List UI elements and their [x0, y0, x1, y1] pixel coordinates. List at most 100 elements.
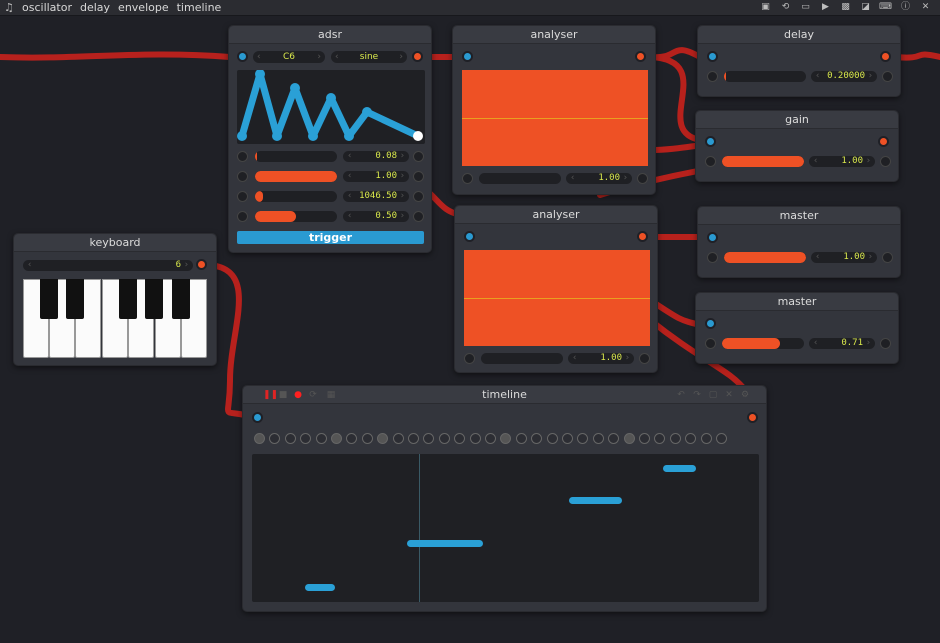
timeline-output-port[interactable]: [747, 412, 758, 423]
adsr-row1-out[interactable]: [413, 151, 424, 162]
step-dot[interactable]: [500, 433, 512, 444]
keyboard-output-port[interactable]: [196, 259, 207, 270]
step-dot[interactable]: [269, 433, 281, 444]
step-dot[interactable]: [438, 433, 450, 444]
analyser-1-output-port[interactable]: [635, 51, 646, 62]
step-dot[interactable]: [592, 433, 604, 444]
black-key[interactable]: [145, 279, 163, 319]
folder-icon[interactable]: ▭: [797, 1, 814, 14]
release-slider[interactable]: [255, 211, 337, 222]
step-dot[interactable]: [361, 433, 373, 444]
settings-icon[interactable]: ⚙: [740, 390, 750, 400]
master-2-slider[interactable]: [722, 338, 804, 349]
delay-slider[interactable]: [724, 71, 806, 82]
analyser-1-input-port[interactable]: [462, 51, 473, 62]
piano-keys[interactable]: [23, 279, 209, 358]
attack-slider[interactable]: [255, 151, 337, 162]
master-1-slider[interactable]: [724, 252, 806, 263]
keyboard-node[interactable]: keyboard 6: [13, 233, 217, 366]
terminal-icon[interactable]: ▶: [817, 1, 834, 14]
image-icon[interactable]: ▩: [837, 1, 854, 14]
note-block[interactable]: [569, 497, 622, 504]
step-dot[interactable]: [623, 433, 635, 444]
note-block[interactable]: [663, 465, 696, 472]
adsr-input-port[interactable]: [237, 51, 248, 62]
info-icon[interactable]: ⓘ: [897, 1, 914, 14]
analyser-1-value[interactable]: 1.00: [566, 173, 632, 184]
step-dot[interactable]: [408, 433, 419, 444]
step-dot[interactable]: [562, 433, 573, 444]
master-1-input-port[interactable]: [707, 232, 718, 243]
timeline-input-port[interactable]: [252, 412, 263, 423]
pause-icon[interactable]: ❚❚: [263, 390, 278, 400]
adsr-row1-port[interactable]: [237, 151, 248, 162]
analyser-2-slider[interactable]: [481, 353, 563, 364]
master-node-2[interactable]: master 0.71: [695, 292, 899, 364]
step-dot[interactable]: [392, 433, 404, 444]
step-dot[interactable]: [331, 433, 342, 444]
delay-port-right[interactable]: [882, 71, 893, 82]
master-1-port-right[interactable]: [882, 252, 893, 263]
master-1-value[interactable]: 1.00: [811, 252, 877, 263]
step-dot[interactable]: [454, 433, 466, 444]
step-dot[interactable]: [716, 433, 727, 444]
delay-input-port[interactable]: [707, 51, 718, 62]
step-dot[interactable]: [531, 433, 543, 444]
analyser-2-input-port[interactable]: [464, 231, 475, 242]
analyser-2-value[interactable]: 1.00: [568, 353, 634, 364]
loop-icon[interactable]: ⟳: [308, 390, 318, 400]
step-dot[interactable]: [654, 433, 666, 444]
analyser-1-slider[interactable]: [479, 173, 561, 184]
record-icon[interactable]: ●: [293, 390, 303, 400]
piano-roll[interactable]: [252, 454, 759, 602]
gain-value[interactable]: 1.00: [809, 156, 875, 167]
master-node-1[interactable]: master 1.00: [697, 206, 901, 278]
adsr-row2-port[interactable]: [237, 171, 248, 182]
master-2-input-port[interactable]: [705, 318, 716, 329]
wave-select[interactable]: sine: [331, 51, 407, 63]
octave-value[interactable]: 6: [23, 260, 193, 271]
trigger-button[interactable]: trigger: [237, 231, 424, 244]
step-dot[interactable]: [669, 433, 681, 444]
timeline-node[interactable]: timeline ❚❚ ■ ● ⟳ ▦ ↶ ↷ ▢ ✕ ⚙: [242, 385, 767, 612]
step-dot[interactable]: [315, 433, 327, 444]
decay-slider[interactable]: [255, 171, 337, 182]
analyser-2-port-right[interactable]: [639, 353, 650, 364]
save-icon[interactable]: ▣: [757, 1, 774, 14]
decay-value[interactable]: 1.00: [343, 171, 409, 182]
step-dot[interactable]: [546, 433, 558, 444]
adsr-node[interactable]: adsr C6 sine 0.08 1.00 1046.50 0.50 trig…: [228, 25, 432, 253]
analyser-1-port-left[interactable]: [462, 173, 473, 184]
delay-port-left[interactable]: [707, 71, 718, 82]
frequency-value[interactable]: 1046.50: [343, 191, 409, 202]
black-key[interactable]: [119, 279, 137, 319]
adsr-row2-out[interactable]: [413, 171, 424, 182]
step-dot[interactable]: [254, 433, 265, 444]
step-dot[interactable]: [423, 433, 435, 444]
black-key[interactable]: [172, 279, 190, 319]
black-key[interactable]: [40, 279, 58, 319]
step-dot[interactable]: [346, 433, 358, 444]
delay-node[interactable]: delay 0.20000: [697, 25, 901, 97]
attack-value[interactable]: 0.08: [343, 151, 409, 162]
master-2-port-right[interactable]: [880, 338, 891, 349]
step-dot[interactable]: [377, 433, 389, 444]
keyboard-icon[interactable]: ⌨: [877, 1, 894, 14]
contrast-icon[interactable]: ◪: [857, 1, 874, 14]
adsr-row4-out[interactable]: [413, 211, 424, 222]
note-block[interactable]: [305, 584, 335, 591]
gain-port-right[interactable]: [880, 156, 891, 167]
gain-output-port[interactable]: [878, 136, 889, 147]
step-dot[interactable]: [700, 433, 712, 444]
close-icon[interactable]: ✕: [917, 1, 934, 14]
step-dot[interactable]: [577, 433, 589, 444]
analyser-node-1[interactable]: analyser 1.00: [452, 25, 656, 195]
delay-output-port[interactable]: [880, 51, 891, 62]
redo-icon[interactable]: ↷: [692, 390, 702, 400]
copy-icon[interactable]: ▢: [708, 390, 718, 400]
gain-node[interactable]: gain 1.00: [695, 110, 899, 182]
step-dot[interactable]: [608, 433, 620, 444]
envelope-graph[interactable]: [237, 70, 425, 144]
step-dot[interactable]: [284, 433, 296, 444]
grid-icon[interactable]: ▦: [326, 390, 336, 400]
